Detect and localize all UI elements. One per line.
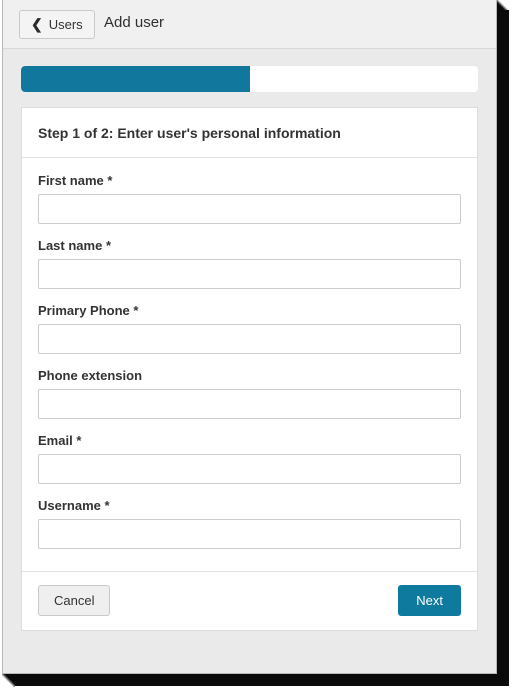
form-group-phone-extension: Phone extension [38,368,461,419]
required-marker: * [107,173,113,188]
form-group-last-name: Last name * [38,238,461,289]
required-marker: * [105,238,111,253]
window-shadow-corner-bottom-left [2,674,15,687]
label-text: Email [38,433,73,448]
wizard-progress-fill [21,66,250,92]
label-first-name: First name * [38,173,461,188]
label-text: Username [38,498,101,513]
user-form: First name * Last name * Primary Phone * Ph… [22,158,477,571]
required-marker: * [104,498,110,513]
window-shadow-right [497,10,509,682]
next-button[interactable]: Next [398,585,461,616]
email-input[interactable] [38,454,461,484]
chevron-left-icon: ❮ [31,16,43,32]
required-marker: * [133,303,139,318]
required-marker: * [76,433,82,448]
back-button-label: Users [48,17,83,32]
form-group-email: Email * [38,433,461,484]
phone-extension-input[interactable] [38,389,461,419]
label-text: First name [38,173,104,188]
form-group-primary-phone: Primary Phone * [38,303,461,354]
primary-phone-input[interactable] [38,324,461,354]
wizard-progress-bar [21,66,478,92]
first-name-input[interactable] [38,194,461,224]
page-title: Add user [104,14,165,31]
last-name-input[interactable] [38,259,461,289]
label-username: Username * [38,498,461,513]
username-input[interactable] [38,519,461,549]
window-shadow-bottom [14,674,509,686]
form-group-username: Username * [38,498,461,549]
label-primary-phone: Primary Phone * [38,303,461,318]
label-last-name: Last name * [38,238,461,253]
app-window: ❮ Users Add user Step 1 of 2: Enter user… [2,0,497,674]
label-text: Last name [38,238,103,253]
back-to-users-button[interactable]: ❮ Users [19,10,95,39]
form-group-first-name: First name * [38,173,461,224]
top-navigation-bar: ❮ Users Add user [3,0,496,49]
card-footer: Cancel Next [22,571,477,630]
label-phone-extension: Phone extension [38,368,461,383]
label-text: Primary Phone [38,303,130,318]
label-text: Phone extension [38,368,143,383]
cancel-button[interactable]: Cancel [38,585,111,616]
label-email: Email * [38,433,461,448]
step-heading: Step 1 of 2: Enter user's personal infor… [22,108,477,158]
add-user-card: Step 1 of 2: Enter user's personal infor… [21,107,478,631]
